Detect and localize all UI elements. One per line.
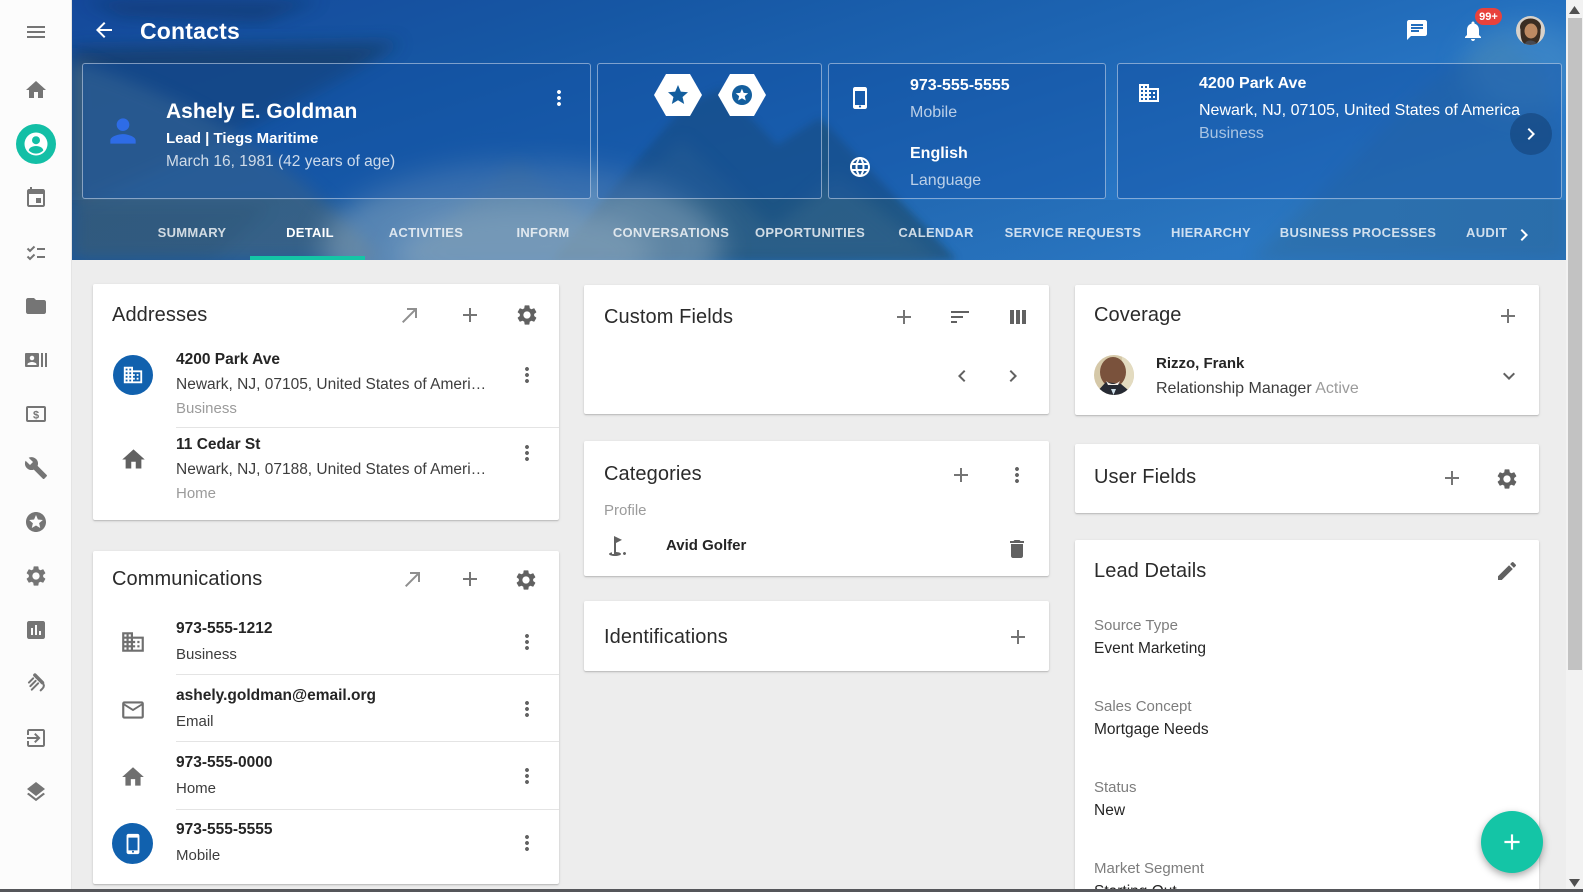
svg-text:$: $ <box>33 410 39 422</box>
